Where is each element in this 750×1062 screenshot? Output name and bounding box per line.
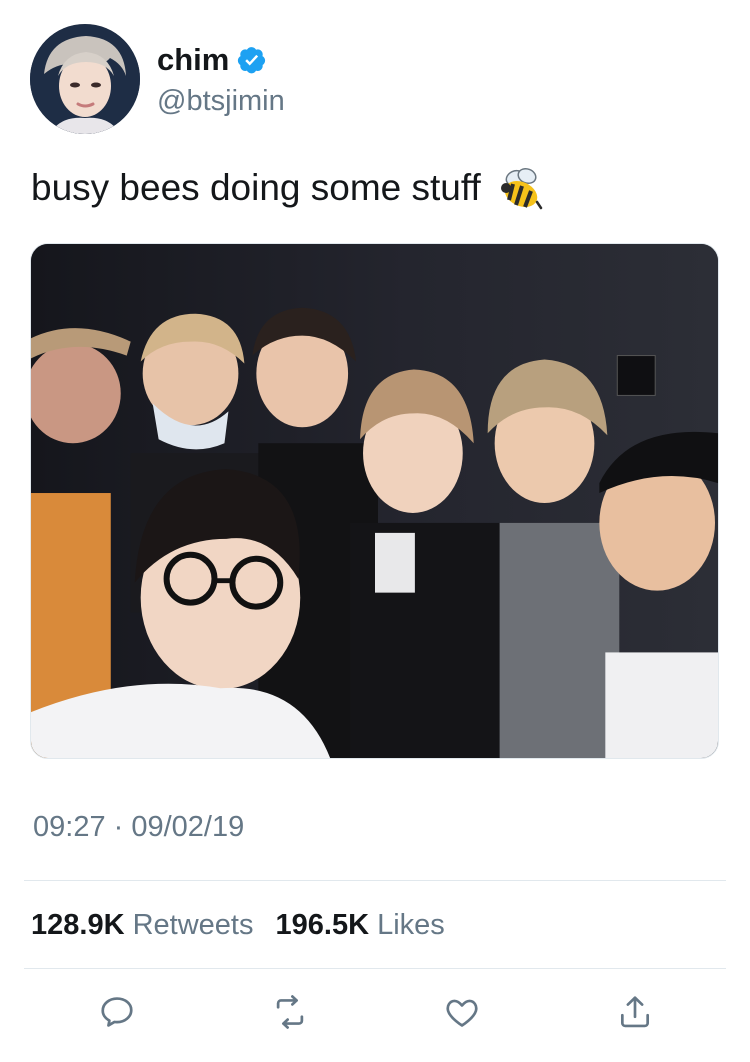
reply-button[interactable] bbox=[95, 990, 139, 1034]
share-button[interactable] bbox=[613, 990, 657, 1034]
like-button[interactable] bbox=[440, 990, 484, 1034]
tweet-timestamp: 09:27 · 09/02/19 bbox=[33, 811, 245, 843]
bee-icon bbox=[495, 166, 543, 214]
likes-count[interactable]: 196.5K bbox=[276, 909, 370, 941]
retweet-icon bbox=[276, 995, 304, 1029]
user-handle[interactable]: @btsjimin bbox=[157, 84, 285, 118]
reply-icon bbox=[101, 997, 133, 1027]
group-photo-image bbox=[31, 244, 718, 758]
verified-badge-icon bbox=[237, 45, 267, 75]
tweet-body: busy bees doing some stuff bbox=[31, 167, 481, 208]
divider bbox=[24, 880, 726, 881]
avatar-image bbox=[30, 24, 140, 134]
tweet-photo[interactable] bbox=[30, 243, 719, 759]
divider bbox=[24, 968, 726, 969]
name-row: chim bbox=[157, 42, 267, 78]
tweet-text: busy bees doing some stuff bbox=[31, 164, 543, 212]
tweet-actions bbox=[0, 990, 750, 1038]
like-icon bbox=[446, 999, 478, 1027]
retweets-label[interactable]: Retweets bbox=[133, 909, 254, 941]
likes-label[interactable]: Likes bbox=[377, 909, 445, 941]
share-icon bbox=[620, 996, 650, 1028]
retweet-button[interactable] bbox=[268, 990, 312, 1034]
tweet-detail: chim @btsjimin busy bees doing some stuf… bbox=[0, 0, 750, 1062]
avatar[interactable] bbox=[30, 24, 140, 134]
tweet-stats: 128.9K Retweets 196.5K Likes bbox=[31, 907, 459, 943]
retweets-count[interactable]: 128.9K bbox=[31, 909, 125, 941]
display-name[interactable]: chim bbox=[157, 42, 229, 78]
